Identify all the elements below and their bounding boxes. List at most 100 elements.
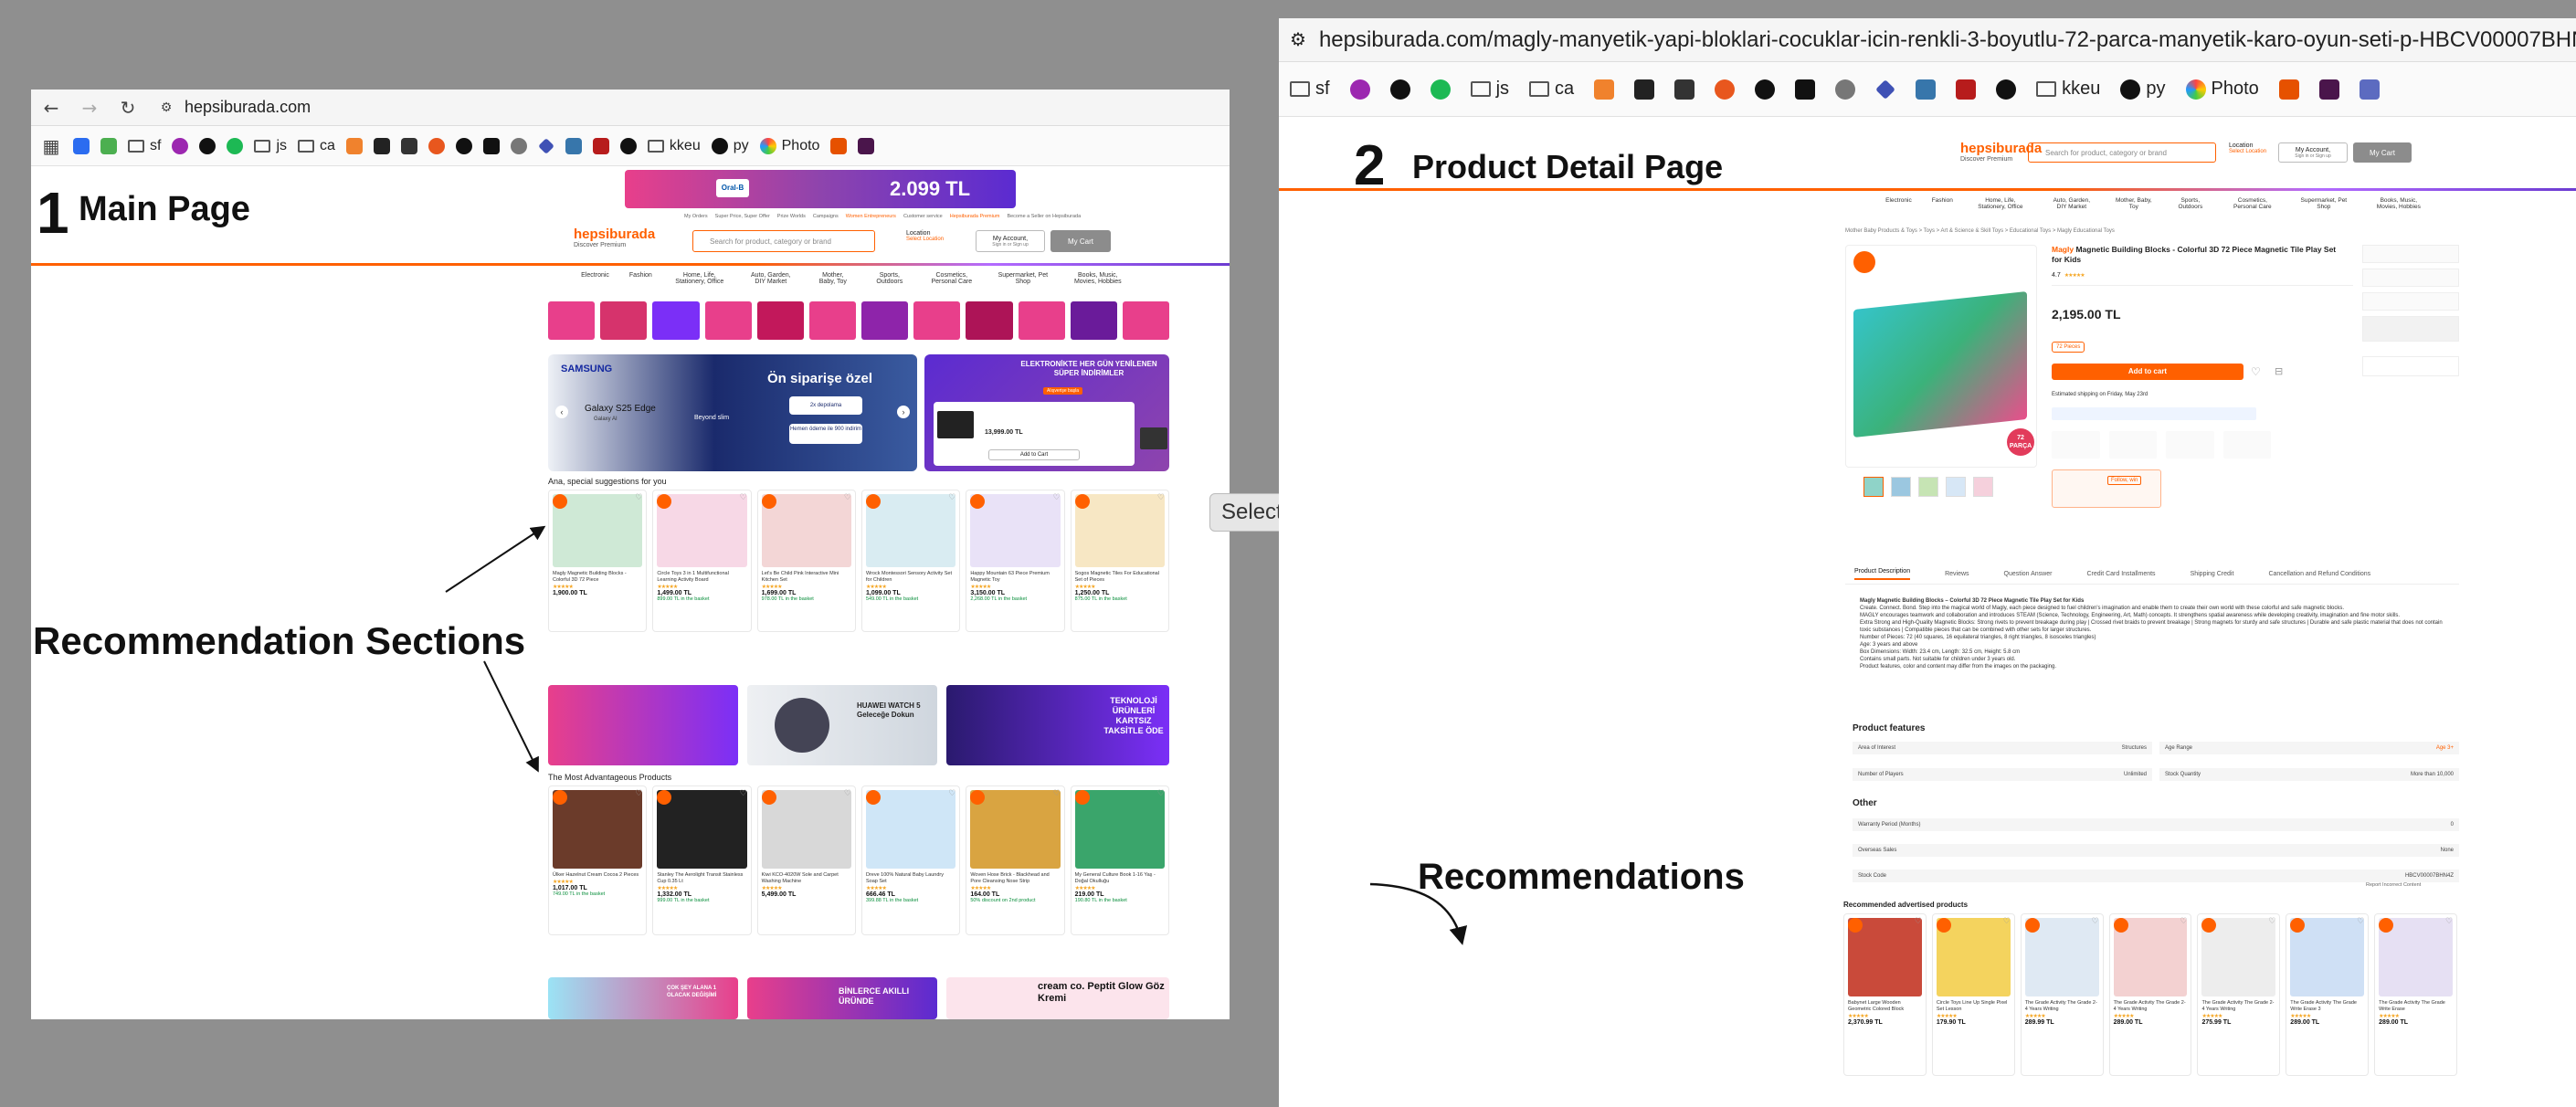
bookmark-photo[interactable]: Photo — [2185, 79, 2259, 100]
bookmark-icon[interactable] — [1715, 79, 1736, 100]
product-card[interactable]: ♡ Circle Toys 3 in 1 Multifunctional Lear… — [652, 490, 752, 632]
bookmark-icon[interactable] — [1389, 79, 1410, 100]
bookmark-icon[interactable] — [1875, 79, 1896, 100]
category-link[interactable]: Electronic — [581, 272, 609, 285]
apps-grid-icon[interactable]: ▦ — [40, 135, 62, 157]
bookmark-icon[interactable] — [1594, 79, 1615, 100]
bookmark-folder-sf[interactable]: sf — [1290, 79, 1330, 100]
campaign-item[interactable] — [2362, 292, 2459, 311]
favorite-icon[interactable]: ♡ — [740, 493, 747, 502]
product-card[interactable]: ♡ Happy Mountain 63 Piece Premium Magneti… — [966, 490, 1065, 632]
favorite-icon[interactable]: ♡ — [1915, 917, 1922, 926]
site-info-icon[interactable]: ⚙ — [155, 100, 177, 115]
bookmark-icon[interactable] — [345, 137, 363, 154]
category-link[interactable]: Auto, Garden, DIY Market — [747, 272, 795, 285]
favorite-icon[interactable]: ♡ — [844, 493, 851, 502]
bookmark-icon[interactable] — [199, 137, 216, 154]
hero-banner-electronics[interactable]: ELEKTRONİKTE HER GÜN YENİLENEN SÜPER İND… — [924, 354, 1169, 471]
search-input[interactable]: Search for product, category or brand — [692, 230, 875, 252]
product-card[interactable]: ♡ Babynet Large Wooden Geometric Colored … — [1843, 913, 1927, 1076]
category-link[interactable]: Books, Music, Movies, Hobbies — [2371, 197, 2426, 210]
carousel-next-icon[interactable]: › — [897, 406, 910, 418]
product-brand[interactable]: Magly — [2052, 245, 2074, 254]
category-link[interactable]: Mother, Baby, Toy — [815, 272, 851, 285]
bookmark-icon[interactable] — [373, 137, 390, 154]
bookmark-folder-ca[interactable]: ca — [298, 138, 335, 154]
forward-icon[interactable]: → — [79, 97, 100, 119]
category-link[interactable]: Books, Music, Movies, Hobbies — [1071, 272, 1125, 285]
category-link[interactable]: Supermarket, Pet Shop — [2296, 197, 2351, 210]
favorite-icon[interactable]: ♡ — [2357, 917, 2364, 926]
banner-product-card[interactable]: 13,999.00 TL Add to Cart — [934, 402, 1135, 466]
top-link[interactable]: Prize Worlds — [777, 214, 806, 219]
mid-banner-tech[interactable]: TEKNOLOJİ ÜRÜNLERİ KARTSIZ TAKSİTLE ÖDE — [946, 685, 1169, 765]
campaign-item[interactable] — [2362, 269, 2459, 287]
thumbnail[interactable] — [1863, 477, 1884, 497]
category-link[interactable]: Supermarket, Pet Shop — [996, 272, 1050, 285]
bottom-banner[interactable]: ÇOK ŞEY ALANA 1 OLACAK DEĞİŞİMİ — [548, 977, 738, 1019]
bookmark-photo[interactable]: Photo — [759, 137, 819, 154]
bookmark-icon[interactable] — [2359, 79, 2380, 100]
category-link[interactable]: Fashion — [1932, 197, 1953, 210]
carousel-prev-icon[interactable]: ‹ — [555, 406, 568, 418]
story-tile[interactable] — [548, 301, 596, 340]
bookmark-icon[interactable] — [428, 137, 445, 154]
hero-banner-samsung[interactable]: SAMSUNG Galaxy S25 Edge Galaxy AI Beyond… — [548, 354, 917, 471]
product-card[interactable]: ♡ Stanley The Aerolight Transit Stainless… — [652, 785, 752, 935]
github-icon[interactable] — [1755, 79, 1776, 100]
category-link[interactable]: Home, Life, Stationery, Office — [672, 272, 727, 285]
story-tile[interactable] — [756, 301, 804, 340]
bottom-banner[interactable]: cream co. Peptit Glow Göz Kremi — [946, 977, 1169, 1019]
story-tile[interactable] — [808, 301, 857, 340]
product-card[interactable]: ♡ Circle Toys Line Up Single Pixel Set Le… — [1931, 913, 2015, 1076]
spotify-icon[interactable] — [227, 137, 244, 154]
seller-info[interactable] — [2362, 356, 2459, 376]
url-text[interactable]: hepsiburada.com/magly-manyetik-yapi-blok… — [1319, 27, 2576, 53]
account-button[interactable]: My Account, Sign in or Sign up — [2278, 142, 2348, 163]
favorite-icon[interactable]: ♡ — [1053, 493, 1061, 502]
product-card[interactable]: ♡ Sogos Magnetic Tiles For Educational Se… — [1070, 490, 1169, 632]
product-card[interactable]: ♡ Wrock Montessori Sensory Activity Set f… — [860, 490, 961, 632]
bookmark-folder-sf[interactable]: sf — [128, 138, 161, 154]
thumbnail[interactable] — [1973, 477, 1993, 497]
favorite-icon[interactable]: ♡ — [2268, 917, 2275, 926]
bookmark-folder-kkeu[interactable]: kkeu — [647, 138, 701, 154]
favorite-icon[interactable]: ♡ — [2251, 365, 2261, 378]
bookmark-py[interactable]: py — [711, 137, 749, 154]
top-link[interactable]: Become a Seller on Hepsiburada — [1007, 214, 1081, 219]
feature-value[interactable]: Age 3+ — [2436, 745, 2454, 751]
favorite-icon[interactable]: ♡ — [948, 789, 955, 798]
campaign-item[interactable] — [2362, 245, 2459, 263]
top-link[interactable]: Super Price, Super Offer — [715, 214, 770, 219]
favorite-icon[interactable]: ♡ — [2180, 917, 2187, 926]
github-icon[interactable] — [455, 137, 472, 154]
breadcrumb[interactable]: Mother Baby Products & Toys > Toys > Art… — [1845, 228, 2115, 234]
product-card[interactable]: ♡ Let's Be Child Pink Interactive Mini Ki… — [756, 490, 856, 632]
tab-questions[interactable]: Question Answer — [2004, 571, 2053, 577]
favorite-icon[interactable]: ♡ — [635, 789, 642, 798]
top-link[interactable]: Women Entrepreneurs — [846, 214, 896, 219]
favorite-icon[interactable]: ♡ — [740, 789, 747, 798]
favorite-icon[interactable]: ♡ — [844, 789, 851, 798]
slack-icon[interactable] — [858, 137, 875, 154]
tab-installments[interactable]: Credit Card Installments — [2086, 571, 2155, 577]
product-card[interactable]: ♡ The Grade Activity The Grade Write Eras… — [2286, 913, 2370, 1076]
thumbnail[interactable] — [1891, 477, 1911, 497]
category-link[interactable]: Fashion — [629, 272, 652, 285]
tab-shipping[interactable]: Shipping Credit — [2191, 571, 2234, 577]
bookmark-icon[interactable] — [100, 137, 117, 154]
bookmark-icon[interactable] — [172, 137, 189, 154]
globe-icon[interactable] — [1835, 79, 1856, 100]
product-card[interactable]: ♡ Magly Magnetic Building Blocks - Colorf… — [548, 490, 648, 632]
bookmark-icon[interactable] — [73, 137, 90, 154]
bookmark-icon[interactable] — [482, 137, 500, 154]
favorite-icon[interactable]: ♡ — [948, 493, 955, 502]
search-input[interactable]: Search for product, category or brand — [2028, 142, 2216, 163]
bookmark-icon[interactable] — [1956, 79, 1977, 100]
coupon-card[interactable]: Follow, win — [2052, 469, 2161, 508]
category-link[interactable]: Electronic — [1885, 197, 1912, 210]
url-text[interactable]: hepsiburada.com — [185, 98, 311, 117]
product-card[interactable]: ♡ The Grade Activity The Grade 2-4 Years … — [2020, 913, 2104, 1076]
account-button[interactable]: My Account, Sign in or Sign up — [976, 230, 1045, 252]
bookmark-icon[interactable] — [538, 137, 554, 154]
